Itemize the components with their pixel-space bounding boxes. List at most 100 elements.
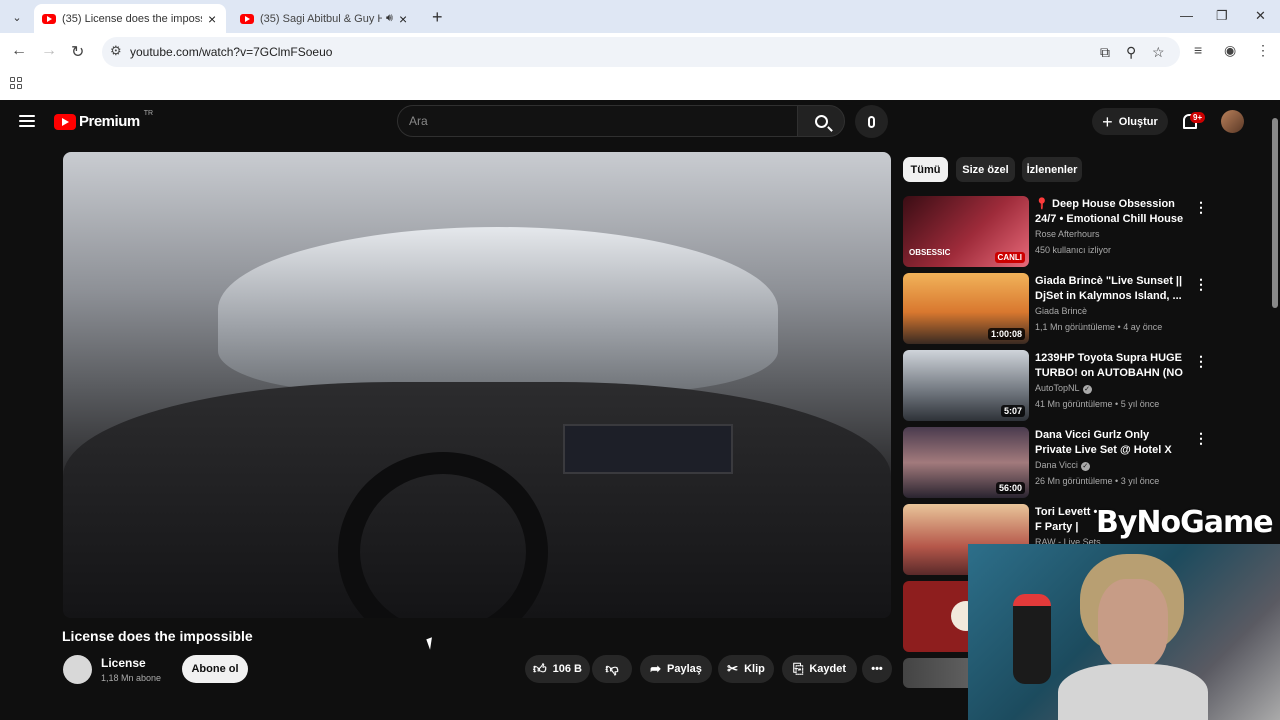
close-tab-icon[interactable]: × — [208, 11, 216, 27]
minimize-icon[interactable]: — — [1180, 8, 1193, 23]
back-icon[interactable]: ← — [11, 42, 27, 60]
thumbs-down-icon: 👎︎ — [605, 661, 619, 676]
youtube-premium-logo[interactable]: Premium TR — [54, 110, 154, 130]
plus-icon: + — [1102, 111, 1113, 132]
more-vertical-icon[interactable]: ⋮ — [1194, 276, 1208, 293]
search-button[interactable] — [797, 105, 845, 137]
screen: ⌄ (35) License does the impossibl × (35)… — [0, 0, 1280, 720]
scissors-icon: ✂ — [727, 661, 739, 676]
reload-icon[interactable]: ↻ — [71, 42, 84, 62]
share-button[interactable]: ➦ Paylaş — [640, 655, 712, 683]
video-thumbnail[interactable]: 56:00 — [903, 427, 1029, 498]
zoom-icon[interactable]: ⚲ — [1126, 44, 1136, 61]
tab-active[interactable]: (35) License does the impossibl × — [34, 4, 226, 33]
share-label: Paylaş — [667, 663, 702, 675]
bookmark-star-icon[interactable]: ☆ — [1152, 44, 1165, 61]
video-title-text: Deep House Obsession 24/7 • Emotional Ch… — [1035, 198, 1184, 225]
search-input[interactable] — [398, 106, 797, 136]
video-frame-infotainment-screen — [563, 424, 733, 474]
thumbnail-text: OBSESSIC — [909, 248, 951, 257]
channel-name-text: Dana Vicci — [1035, 460, 1078, 470]
like-count: 106 B — [552, 663, 582, 675]
live-badge: CANLI — [994, 252, 1025, 263]
streaming-microphone — [1013, 594, 1051, 684]
verified-check-icon: ✓ — [1080, 462, 1090, 471]
country-code: TR — [143, 110, 154, 117]
more-vertical-icon[interactable]: ⋮ — [1194, 199, 1208, 216]
video-thumbnail[interactable]: OBSESSIC CANLI — [903, 196, 1029, 267]
logo-text: Premium — [79, 113, 140, 130]
clip-label: Klip — [744, 663, 765, 675]
close-window-icon[interactable]: ✕ — [1255, 8, 1266, 24]
thumbs-up-icon: 👍︎ — [533, 661, 547, 676]
forward-icon[interactable]: → — [41, 42, 57, 60]
video-title: Dana Vicci Gurlz Only Private Live Set @… — [1035, 429, 1172, 456]
install-app-icon[interactable]: ⧉ — [1100, 44, 1110, 61]
video-thumbnail[interactable]: 1:00:08 — [903, 273, 1029, 344]
tab-background[interactable]: (35) Sagi Abitbul & Guy Ha 🔊︎ × — [232, 4, 426, 33]
notification-count-badge: 9+ — [1190, 112, 1206, 123]
more-horizontal-icon: ••• — [871, 663, 883, 675]
address-bar[interactable]: ⚙ youtube.com/watch?v=7GClmFSoeuo ⧉ ⚲ ☆ — [102, 37, 1180, 67]
channel-name-text: AutoTopNL — [1035, 383, 1080, 393]
verified-check-icon: ✓ — [1082, 385, 1092, 394]
clip-button[interactable]: ✂ Klip — [718, 655, 774, 683]
recommendation-item[interactable]: OBSESSIC CANLI 📍︎ Deep House Obsession 2… — [903, 196, 1208, 267]
account-avatar[interactable] — [1221, 110, 1244, 133]
hamburger-menu-icon[interactable] — [19, 115, 35, 127]
save-label: Kaydet — [809, 663, 847, 675]
duration-badge: 56:00 — [995, 482, 1025, 494]
video-thumbnail[interactable]: 5:07 — [903, 350, 1029, 421]
video-title: Tori Levett • F Party | Melod — [1035, 506, 1098, 533]
channel-name: Rose Afterhours — [1035, 229, 1100, 239]
subscriber-count: 1,18 Mn abone — [101, 673, 162, 683]
share-icon: ➦ — [650, 661, 662, 676]
recommendation-item[interactable]: 56:00 Dana Vicci Gurlz Only Private Live… — [903, 427, 1208, 498]
close-tab-icon[interactable]: × — [399, 11, 407, 27]
dislike-button[interactable]: 👎︎ — [592, 655, 632, 683]
maximize-icon[interactable]: ❐ — [1216, 8, 1228, 24]
channel-avatar[interactable] — [63, 655, 92, 684]
new-tab-button[interactable]: + — [432, 7, 443, 28]
scrollbar-thumb[interactable] — [1272, 118, 1278, 308]
like-button[interactable]: 👍︎ 106 B — [525, 655, 590, 683]
tab-title: (35) License does the impossibl — [62, 12, 202, 25]
save-button[interactable]: ⎘ Kaydet — [782, 655, 857, 683]
microphone-icon — [868, 115, 875, 128]
duration-badge: 5:07 — [1000, 405, 1025, 417]
create-button[interactable]: + Oluştur — [1092, 108, 1168, 135]
youtube-play-logo-icon — [54, 113, 76, 130]
profile-icon[interactable]: ◉ — [1224, 42, 1236, 59]
chip-all[interactable]: Tümü — [903, 157, 948, 182]
mouse-cursor — [426, 637, 436, 650]
subscribe-button[interactable]: Abone ol — [182, 655, 248, 683]
browser-tab-bar: ⌄ (35) License does the impossibl × (35)… — [0, 0, 1280, 33]
channel-name[interactable]: License — [101, 656, 146, 670]
video-meta: 26 Mn görüntüleme • 3 yıl önce — [1035, 476, 1160, 486]
menu-dots-icon[interactable]: ⋮ — [1256, 42, 1270, 59]
video-player[interactable] — [63, 152, 891, 618]
streamer-shirt — [1058, 664, 1208, 720]
media-controls-icon[interactable]: ≡ — [1194, 42, 1202, 58]
apps-grid-icon[interactable] — [10, 77, 22, 89]
more-actions-button[interactable]: ••• — [862, 655, 892, 683]
youtube-page: Premium TR + Oluştur 9+ License does the… — [0, 100, 1280, 720]
tab-search-button[interactable]: ⌄ — [6, 6, 28, 28]
recommendation-item[interactable]: 5:07 1239HP Toyota Supra HUGE TURBO! on … — [903, 350, 1208, 421]
video-title: 📍︎ Deep House Obsession 24/7 • Emotional… — [1035, 197, 1185, 227]
bookmarks-bar — [0, 71, 1280, 100]
more-vertical-icon[interactable]: ⋮ — [1194, 430, 1208, 447]
video-meta: 1,1 Mn görüntüleme • 4 ay önce — [1035, 322, 1163, 332]
webcam-overlay — [968, 544, 1280, 720]
chip-for-you[interactable]: Size özel — [956, 157, 1015, 182]
recommendation-item[interactable]: 1:00:08 Giada Brincè "Live Sunset || DjS… — [903, 273, 1208, 344]
channel-name: Giada Brincè — [1035, 306, 1088, 316]
duration-badge: 1:00:08 — [987, 328, 1025, 340]
audio-playing-icon[interactable]: 🔊︎ — [386, 12, 393, 25]
voice-search-button[interactable] — [855, 105, 888, 138]
search-icon — [814, 114, 828, 128]
site-info-icon[interactable]: ⚙ — [110, 43, 122, 59]
more-vertical-icon[interactable]: ⋮ — [1194, 353, 1208, 370]
chip-watched[interactable]: İzlenenler — [1022, 157, 1082, 182]
bookmark-icon: ⎘ — [792, 661, 804, 676]
